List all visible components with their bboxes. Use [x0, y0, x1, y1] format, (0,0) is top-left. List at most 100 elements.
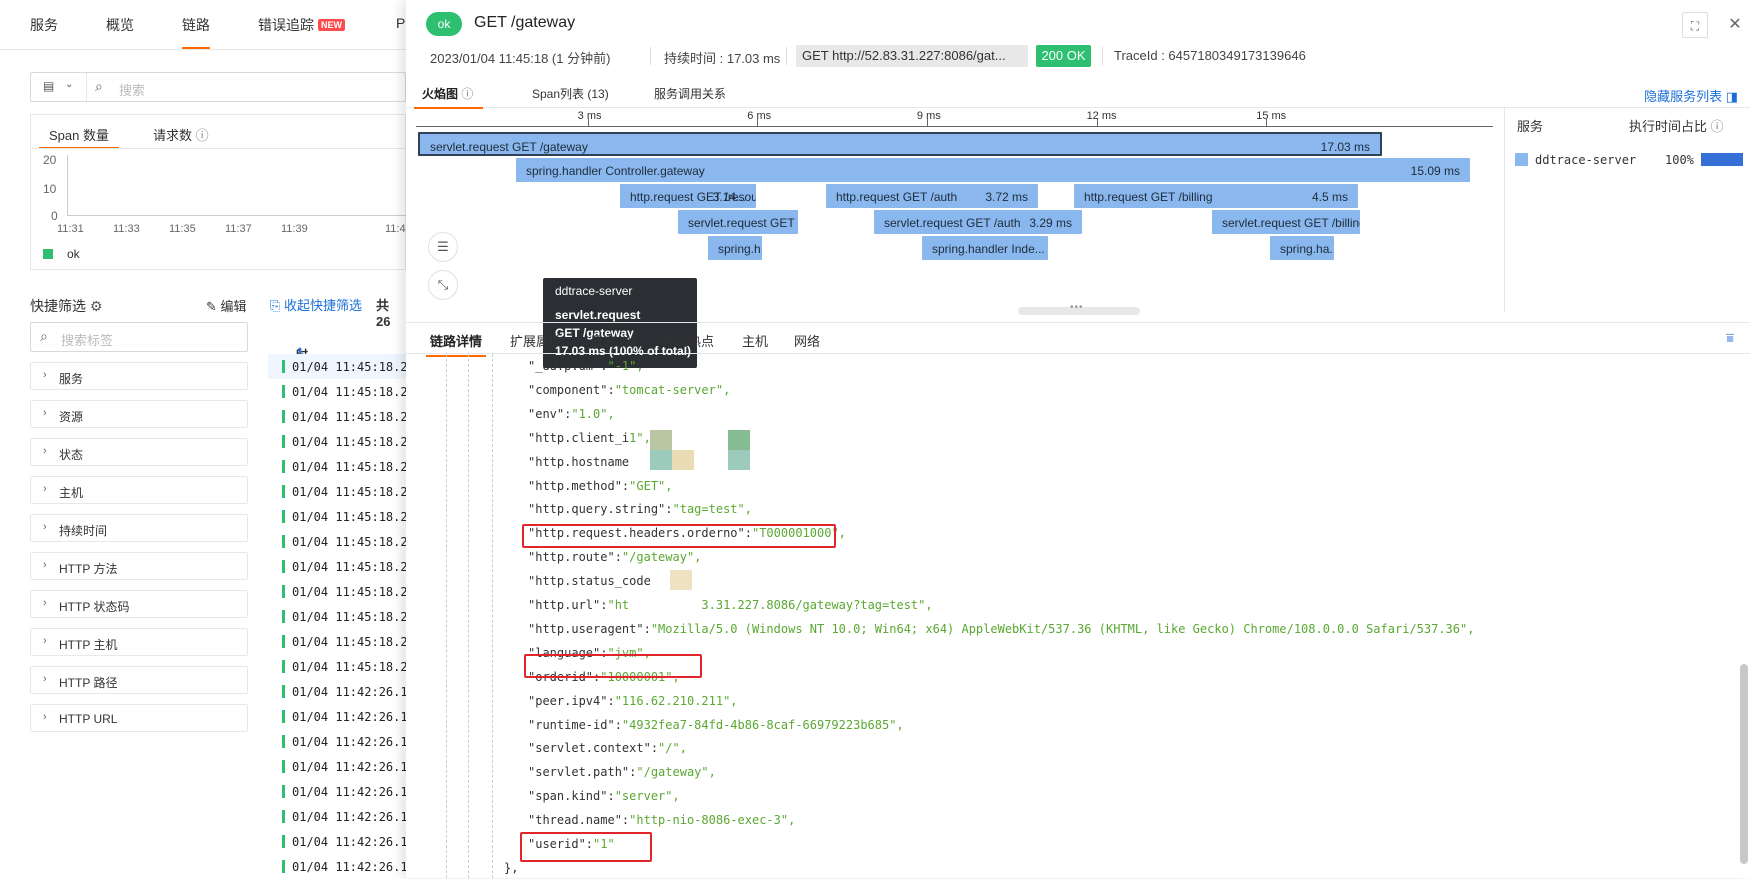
fullscreen-icon[interactable]: ⛶	[1682, 12, 1708, 38]
tab-flamegraph[interactable]: 火焰图 ⓘ	[413, 85, 484, 109]
collapse-filter-button[interactable]: ⎘ 收起快捷筛选	[270, 295, 362, 314]
quick-filter-item[interactable]: › 状态	[30, 438, 248, 466]
resize-handle[interactable]: •••	[1018, 302, 1140, 315]
legend-ok[interactable]: ok	[43, 247, 80, 261]
span-bar[interactable]: http.request GET /resource3.14...	[620, 184, 756, 208]
table-row[interactable]: 01/04 11:42:26.1	[268, 729, 408, 754]
table-row[interactable]: 01/04 11:42:26.1	[268, 854, 408, 879]
table-row[interactable]: 01/04 11:45:18.2	[268, 479, 408, 504]
tab-network[interactable]: 网络	[794, 331, 820, 350]
span-bar[interactable]: servlet.request GET /gateway 17.03 ms	[418, 132, 1382, 156]
tag-search-input[interactable]: 搜索标签	[61, 330, 113, 349]
privacy-mask	[650, 430, 672, 450]
list-view-icon[interactable]: ☰	[428, 232, 458, 262]
row-time: 01/04 11:42:26.1	[292, 810, 408, 824]
nav-tab-trace[interactable]: 链路	[182, 15, 210, 49]
chart-tab-request-count[interactable]: 请求数 ⓘ	[153, 125, 209, 144]
table-row[interactable]: 01/04 11:42:26.1	[268, 829, 408, 854]
collapse-arrows-icon[interactable]: ⤡	[428, 270, 458, 300]
tab-service-map[interactable]: 服务调用关系	[654, 85, 726, 102]
json-line: "servlet.context":"/",	[528, 738, 687, 758]
service-swatch	[1515, 153, 1528, 166]
json-value: "tomcat-server",	[614, 382, 731, 397]
status-indicator	[282, 860, 285, 873]
span-bar[interactable]: servlet.request GET /auth 3.29 ms	[874, 210, 1082, 234]
table-row[interactable]: 01/04 11:45:18.2	[268, 579, 408, 604]
quick-filter-item[interactable]: › HTTP 方法	[30, 552, 248, 580]
tab-extended-attrs[interactable]: 扩展属性	[510, 331, 562, 350]
table-row[interactable]: 01/04 11:42:26.1	[268, 704, 408, 729]
trace-id[interactable]: TraceId : 6457180349173139646	[1114, 48, 1306, 63]
tab-host[interactable]: 主机	[742, 331, 768, 350]
gear-icon[interactable]: ⚙	[90, 298, 103, 314]
row-time: 01/04 11:42:26.1	[292, 785, 408, 799]
scrollbar-thumb[interactable]	[1740, 664, 1748, 864]
table-row[interactable]: 01/04 11:45:18.2	[268, 604, 408, 629]
table-row[interactable]: 01/04 11:45:18.2	[268, 554, 408, 579]
x-tick-label: 11:39	[281, 223, 308, 235]
table-row[interactable]: 01/04 11:42:26.1	[268, 679, 408, 704]
row-time: 01/04 11:42:26.1	[292, 735, 408, 749]
status-indicator	[282, 810, 285, 823]
table-row[interactable]: 01/04 11:45:18.2	[268, 404, 408, 429]
json-value: "server",	[614, 789, 680, 804]
nav-tab-overview[interactable]: 概览	[106, 15, 134, 35]
table-row[interactable]: 01/04 11:45:18.2	[268, 504, 408, 529]
status-indicator	[282, 735, 285, 748]
nav-tab-more[interactable]: P	[396, 15, 405, 31]
json-scrollbar[interactable]	[1740, 354, 1748, 878]
quick-filter-item[interactable]: › 持续时间	[30, 514, 248, 542]
span-bar[interactable]: http.request GET /auth 3.72 ms	[826, 184, 1038, 208]
quick-filter-item[interactable]: › HTTP URL	[30, 704, 248, 732]
service-name: ddtrace-server	[1535, 153, 1637, 167]
table-row[interactable]: 01/04 11:45:18.2	[268, 629, 408, 654]
search-input[interactable]: 搜索	[119, 80, 145, 99]
filter-icon[interactable]: ⩸	[1726, 330, 1734, 346]
table-row[interactable]: 01/04 11:45:18.2	[268, 354, 408, 379]
quick-filter-item[interactable]: › HTTP 路径	[30, 666, 248, 694]
span-bar[interactable]: servlet.request GET /re...	[678, 210, 798, 234]
table-row[interactable]: 01/04 11:42:26.1	[268, 754, 408, 779]
table-row[interactable]: 01/04 11:45:18.2	[268, 529, 408, 554]
chart-tab-span-count[interactable]: Span 数量	[39, 125, 119, 149]
span-bar[interactable]: spring.h...	[708, 236, 762, 260]
json-key: "servlet.path":	[528, 765, 637, 780]
nav-tab-error-tracking[interactable]: 错误追踪 NEW	[258, 15, 345, 35]
search-scope-select[interactable]: ▤ ⌄	[31, 73, 87, 101]
tab-code-hotspot[interactable]: 代码热点	[662, 331, 714, 350]
span-bar[interactable]: http.request GET /billing 4.5 ms	[1074, 184, 1358, 208]
quick-filter-item[interactable]: › HTTP 主机	[30, 628, 248, 656]
span-bar[interactable]: spring.ha...	[1270, 236, 1334, 260]
table-row[interactable]: 01/04 11:45:18.2	[268, 654, 408, 679]
tab-logs[interactable]: 日志 (0)	[590, 331, 636, 350]
nav-tab-service[interactable]: 服务	[30, 15, 58, 35]
request-url[interactable]: GET http://52.83.31.227:8086/gat...	[796, 45, 1028, 67]
table-row[interactable]: 01/04 11:42:26.1	[268, 779, 408, 804]
tag-search[interactable]: ⌕ 搜索标签	[30, 322, 248, 352]
status-indicator	[282, 385, 285, 398]
service-row[interactable]: ddtrace-server 100%	[1505, 146, 1750, 174]
table-row[interactable]: 01/04 11:42:26.1	[268, 804, 408, 829]
quick-filter-item[interactable]: › 主机	[30, 476, 248, 504]
close-icon[interactable]: ✕	[1722, 12, 1748, 38]
row-time: 01/04 11:45:18.2	[292, 635, 408, 649]
y-axis	[67, 155, 68, 215]
tab-span-list[interactable]: Span列表 (13)	[532, 85, 609, 102]
table-row[interactable]: 01/04 11:45:18.2	[268, 454, 408, 479]
row-time: 01/04 11:45:18.2	[292, 435, 408, 449]
quick-filter-item[interactable]: › 服务	[30, 362, 248, 390]
tab-trace-detail[interactable]: 链路详情	[425, 331, 487, 357]
hide-service-list-button[interactable]: 隐藏服务列表 ◨	[1644, 86, 1738, 105]
status-indicator	[282, 835, 285, 848]
table-row[interactable]: 01/04 11:45:18.2	[268, 379, 408, 404]
quick-filter-item[interactable]: › HTTP 状态码	[30, 590, 248, 618]
edit-button[interactable]: ✎ 编辑	[206, 296, 247, 315]
drawer-title: GET /gateway	[474, 14, 576, 31]
quick-filter-item[interactable]: › 资源	[30, 400, 248, 428]
span-bar[interactable]: servlet.request GET /billing	[1212, 210, 1360, 234]
status-indicator	[282, 410, 285, 423]
span-name: servlet.request GET /gateway	[430, 140, 588, 154]
span-bar[interactable]: spring.handler Controller.gateway 15.09 m…	[516, 158, 1470, 182]
span-bar[interactable]: spring.handler Inde...	[922, 236, 1048, 260]
table-row[interactable]: 01/04 11:45:18.2	[268, 429, 408, 454]
